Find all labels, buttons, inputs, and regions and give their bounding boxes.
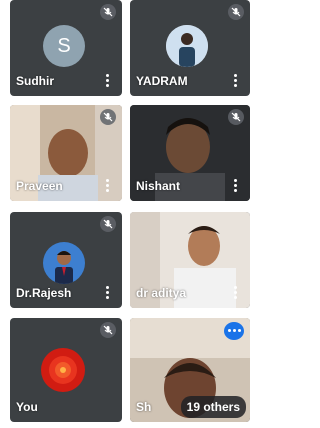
more-options-icon[interactable] bbox=[230, 286, 240, 300]
participant-name: Sudhir bbox=[16, 74, 54, 88]
mic-off-icon bbox=[100, 109, 116, 125]
tile-dr-rajesh[interactable]: Dr.Rajesh bbox=[10, 212, 122, 308]
avatar bbox=[41, 348, 85, 392]
participant-name: Praveen bbox=[16, 179, 63, 193]
mic-off-icon bbox=[228, 109, 244, 125]
mic-off-icon bbox=[100, 322, 116, 338]
mic-off-icon bbox=[100, 4, 116, 20]
participant-name: Dr.Rajesh bbox=[16, 286, 72, 300]
avatar bbox=[43, 242, 85, 284]
avatar bbox=[166, 25, 208, 67]
more-options-icon[interactable] bbox=[230, 74, 240, 88]
speaking-indicator-icon bbox=[224, 322, 244, 340]
more-options-icon[interactable] bbox=[102, 286, 112, 300]
participant-name: Sh bbox=[136, 400, 152, 414]
mic-off-icon bbox=[228, 4, 244, 20]
more-options-icon[interactable] bbox=[102, 179, 112, 193]
mic-off-icon bbox=[100, 216, 116, 232]
participant-name: YADRAM bbox=[136, 74, 188, 88]
tile-praveen[interactable]: Praveen bbox=[10, 105, 122, 201]
tile-sh[interactable]: Sh 19 others bbox=[130, 318, 250, 422]
tile-dr-aditya[interactable]: dr aditya bbox=[130, 212, 250, 308]
tile-you[interactable]: You bbox=[10, 318, 122, 422]
others-count-badge[interactable]: 19 others bbox=[180, 396, 246, 418]
more-options-icon[interactable] bbox=[230, 179, 240, 193]
tile-yadram[interactable]: YADRAM bbox=[130, 0, 250, 96]
tile-sudhir[interactable]: S Sudhir bbox=[10, 0, 122, 96]
tile-nishant[interactable]: Nishant bbox=[130, 105, 250, 201]
more-options-icon[interactable] bbox=[102, 74, 112, 88]
avatar: S bbox=[43, 25, 85, 67]
participant-name: You bbox=[16, 400, 38, 414]
participant-name: dr aditya bbox=[136, 286, 187, 300]
participant-grid: S Sudhir YADRAM Praveen Nishant Dr.Rajes… bbox=[10, 0, 250, 422]
participant-name: Nishant bbox=[136, 179, 181, 193]
